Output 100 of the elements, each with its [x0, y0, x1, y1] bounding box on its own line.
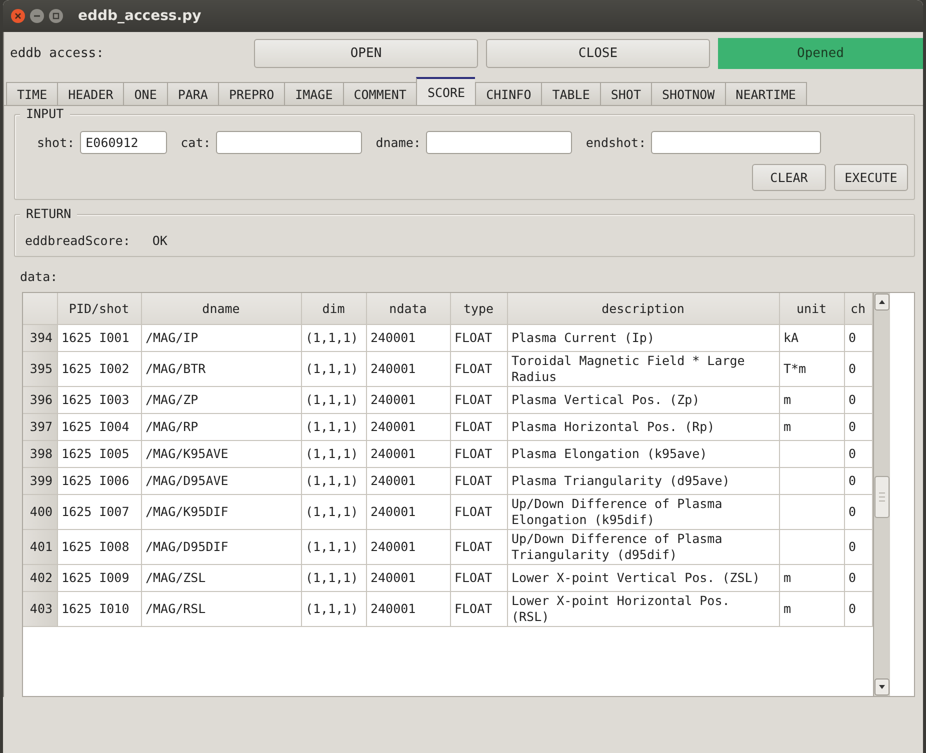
tab[interactable]: PARA: [166, 82, 218, 105]
column-header[interactable]: dname: [141, 293, 301, 324]
table-label: data:: [19, 268, 59, 286]
table-cell: m: [784, 419, 792, 434]
tab[interactable]: PREPRO: [218, 82, 284, 105]
table-cell: /MAG/BTR: [146, 361, 206, 376]
execute-button[interactable]: EXECUTE: [834, 164, 908, 191]
scrollbar-thumb[interactable]: [874, 476, 890, 518]
column-header[interactable]: unit: [779, 293, 844, 324]
scroll-up-icon[interactable]: [874, 293, 890, 311]
table-cell: 0: [848, 330, 856, 345]
table-cell: 1625 I007: [62, 504, 130, 519]
row-header[interactable]: 402: [23, 564, 57, 592]
table-cell: Lower X-point Horizontal Pos. (RSL): [512, 593, 730, 624]
table-cell: (1,1,1): [306, 473, 358, 488]
group-title: RETURN: [20, 206, 78, 221]
tab[interactable]: HEADER: [57, 82, 124, 105]
table-cell: /MAG/ZP: [146, 392, 198, 407]
table-cell: FLOAT: [454, 473, 492, 488]
table-cell: kA: [784, 330, 799, 345]
row-header[interactable]: 394: [23, 324, 57, 352]
table-cell: Toroidal Magnetic Field * Large Radius: [512, 353, 745, 384]
tab[interactable]: IMAGE: [284, 82, 343, 105]
table-cell: 240001: [370, 570, 416, 585]
table-cell: 0: [848, 504, 856, 519]
table-cell: FLOAT: [454, 539, 492, 554]
input-field[interactable]: [216, 131, 362, 154]
table-cell: (1,1,1): [306, 570, 358, 585]
column-header[interactable]: PID/shot: [57, 293, 141, 324]
column-header[interactable]: dim: [301, 293, 366, 324]
table-cell: 1625 I008: [62, 539, 130, 554]
table-cell: (1,1,1): [306, 539, 358, 554]
field-label: dname:: [376, 135, 421, 150]
result-value: OK: [152, 233, 168, 248]
row-header[interactable]: 396: [23, 386, 57, 414]
row-header[interactable]: 397: [23, 414, 57, 440]
table-cell: 240001: [370, 504, 416, 519]
table-cell: Plasma Current (Ip): [512, 330, 654, 345]
maximize-icon[interactable]: [49, 9, 63, 23]
row-header[interactable]: 398: [23, 440, 57, 468]
table-cell: 0: [848, 419, 856, 434]
table-cell: 240001: [370, 361, 416, 376]
close-button[interactable]: CLOSE: [486, 38, 710, 68]
table-cell: FLOAT: [454, 504, 492, 519]
table-cell: FLOAT: [454, 330, 492, 345]
row-header[interactable]: 400: [23, 494, 57, 530]
row-header[interactable]: 395: [23, 352, 57, 386]
table-cell: Plasma Elongation (k95ave): [512, 446, 708, 461]
field-label: cat:: [180, 135, 211, 150]
column-header[interactable]: ch: [844, 293, 872, 324]
tab[interactable]: TABLE: [541, 82, 600, 105]
tab[interactable]: COMMENT: [342, 82, 416, 105]
table-cell: /MAG/ZSL: [146, 570, 206, 585]
tab[interactable]: ONE: [123, 82, 167, 105]
table-cell: /MAG/K95AVE: [146, 446, 228, 461]
table-cell: FLOAT: [454, 601, 492, 616]
row-header[interactable]: 399: [23, 468, 57, 494]
table-cell: (1,1,1): [306, 392, 358, 407]
tab[interactable]: CHINFO: [475, 82, 542, 105]
input-field[interactable]: [651, 131, 822, 154]
table-cell: 0: [848, 392, 856, 407]
table-cell: 1625 I009: [62, 570, 130, 585]
table-cell: T*m: [784, 361, 806, 376]
input-field[interactable]: E060912: [80, 131, 167, 154]
tab[interactable]: TIME: [6, 82, 58, 105]
table-cell: /MAG/D95AVE: [146, 473, 228, 488]
table-cell: 240001: [370, 419, 416, 434]
table-cell: 1625 I003: [62, 392, 130, 407]
row-header[interactable]: 403: [23, 592, 57, 626]
table-cell: /MAG/D95DIF: [146, 539, 228, 554]
table-cell: /MAG/K95DIF: [146, 504, 228, 519]
group-title: INPUT: [20, 106, 70, 121]
table-cell: 0: [848, 446, 856, 461]
table-cell: (1,1,1): [306, 419, 358, 434]
tab[interactable]: SCORE: [416, 77, 476, 105]
table-cell: 1625 I006: [62, 473, 130, 488]
table-cell: m: [784, 601, 792, 616]
table-cell: /MAG/RP: [146, 419, 198, 434]
column-header[interactable]: description: [507, 293, 779, 324]
result-label: eddbreadScore:: [25, 233, 130, 248]
column-header[interactable]: type: [450, 293, 507, 324]
tab[interactable]: SHOTNOW: [650, 82, 725, 105]
table-cell: 240001: [370, 330, 416, 345]
tab[interactable]: SHOT: [600, 82, 651, 105]
row-header[interactable]: 401: [23, 530, 57, 564]
input-field[interactable]: [426, 131, 572, 154]
table-cell: 0: [848, 539, 856, 554]
table-cell: FLOAT: [454, 446, 492, 461]
table-cell: FLOAT: [454, 361, 492, 376]
open-button[interactable]: OPEN: [254, 38, 478, 68]
clear-button[interactable]: CLEAR: [752, 164, 826, 191]
table-cell: 0: [848, 473, 856, 488]
table-cell: Up/Down Difference of Plasma Triangularity (d95dif): [512, 531, 722, 562]
column-header[interactable]: ndata: [366, 293, 450, 324]
table-cell: Lower X-point Vertical Pos. (ZSL): [512, 570, 760, 585]
scroll-down-icon[interactable]: [874, 678, 890, 696]
table-cell: /MAG/RSL: [146, 601, 206, 616]
close-icon[interactable]: [11, 9, 25, 23]
minimize-icon[interactable]: [30, 9, 44, 23]
tab[interactable]: NEARTIME: [724, 82, 807, 105]
